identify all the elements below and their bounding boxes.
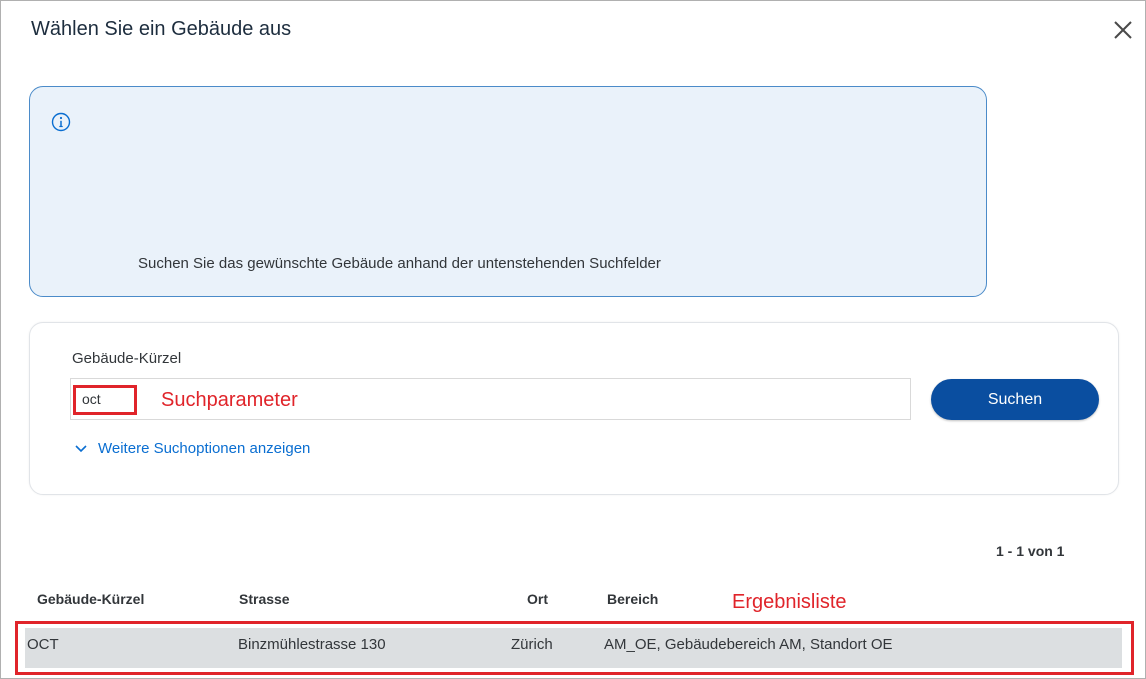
search-parameter-highlight [73,385,137,415]
field-label-building-code: Gebäude-Kürzel [72,350,182,367]
column-header-building-code[interactable]: Gebäude-Kürzel [37,591,144,607]
close-icon[interactable] [1109,16,1137,44]
more-search-options-link[interactable]: Weitere Suchoptionen anzeigen [74,440,310,457]
dialog: Wählen Sie ein Gebäude aus Suchen Sie da… [0,0,1146,679]
column-header-city[interactable]: Ort [527,591,548,607]
chevron-down-icon [75,444,87,452]
info-message-strip: Suchen Sie das gewünschte Gebäude anhand… [29,86,987,297]
info-icon [50,111,72,133]
search-parameter-annotation: Suchparameter [161,389,298,411]
results-annotation: Ergebnisliste [732,591,847,613]
search-button[interactable]: Suchen [931,379,1099,420]
results-highlight [15,621,1134,675]
search-panel: Gebäude-Kürzel oct Suchparameter Suchen … [29,322,1119,495]
info-text: Suchen Sie das gewünschte Gebäude anhand… [138,255,661,272]
column-header-area[interactable]: Bereich [607,591,658,607]
dialog-title: Wählen Sie ein Gebäude aus [31,18,292,40]
result-count: 1 - 1 von 1 [996,543,1065,559]
more-search-options-label: Weitere Suchoptionen anzeigen [98,440,311,457]
column-header-street[interactable]: Strasse [239,591,290,607]
